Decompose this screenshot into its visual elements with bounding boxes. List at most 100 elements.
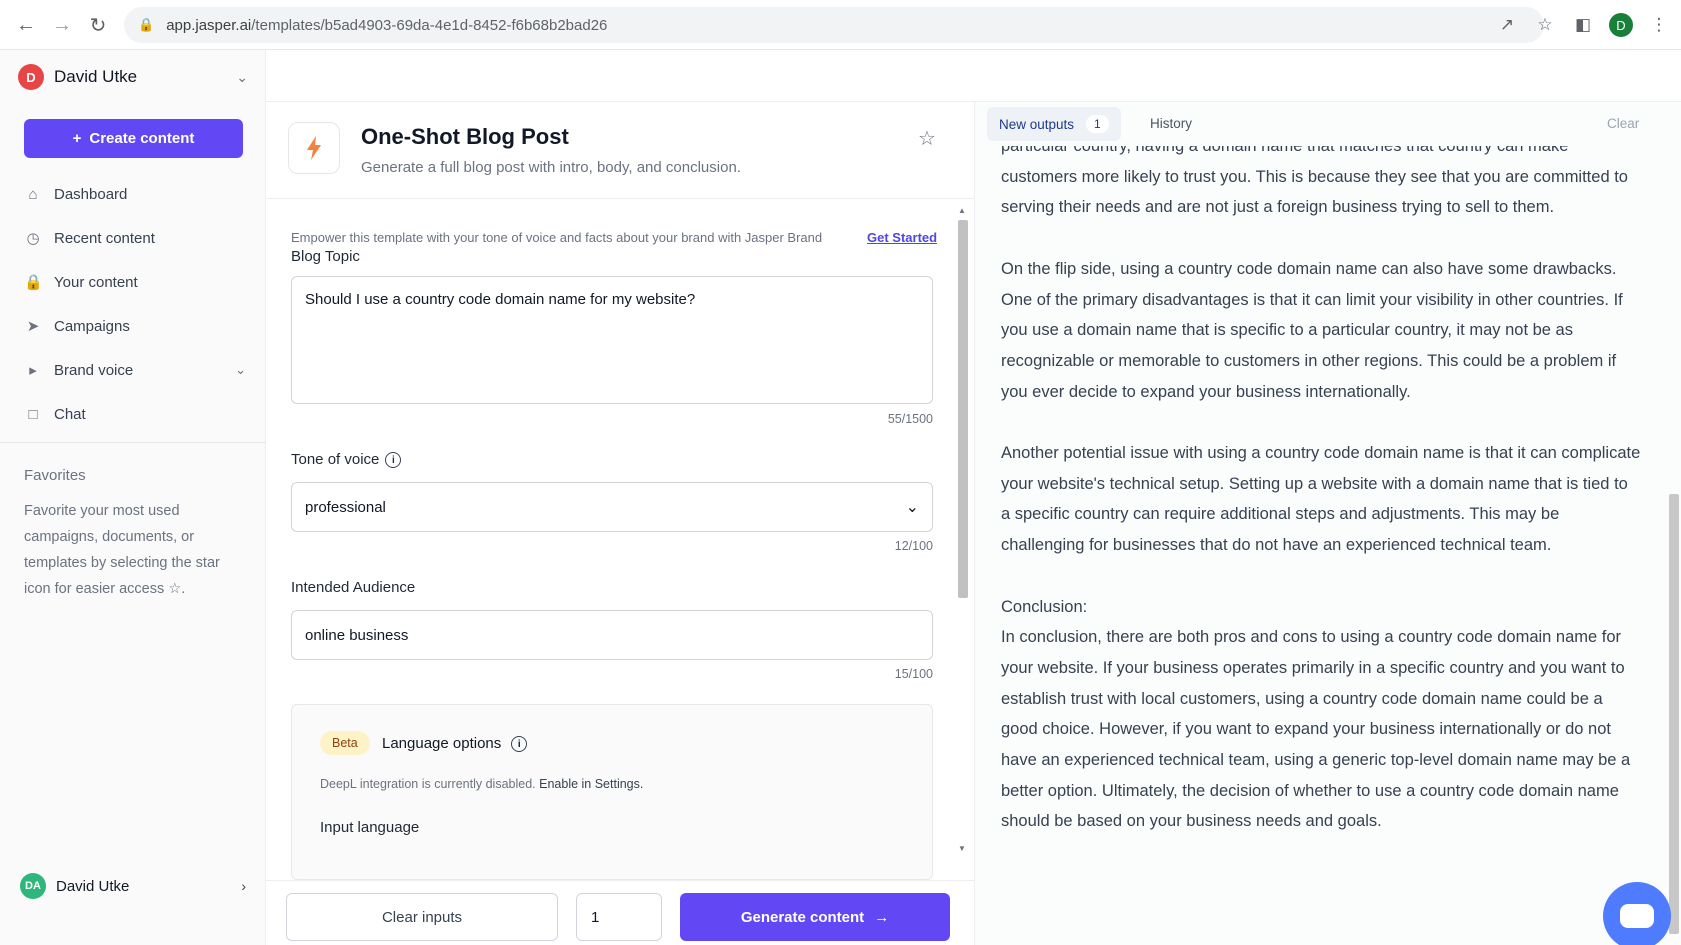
- lock-icon: 🔒: [138, 17, 155, 32]
- support-chat-button[interactable]: [1603, 882, 1671, 945]
- chat-bubble-icon: [1620, 904, 1654, 928]
- url-text: app.jasper.ai/templates/b5ad4903-69da-4e…: [166, 16, 608, 34]
- address-bar[interactable]: 🔒 app.jasper.ai/templates/b5ad4903-69da-…: [124, 7, 1544, 43]
- blog-topic-counter: 55/1500: [887, 412, 933, 426]
- sidebar-item-dashboard[interactable]: ⌂ Dashboard: [24, 172, 246, 216]
- template-panel: One-Shot Blog Post Generate a full blog …: [266, 102, 974, 945]
- scroll-up-icon[interactable]: ▲: [958, 206, 966, 215]
- output-panel: New outputs 1 History Clear particular c…: [974, 102, 1681, 945]
- generate-content-label: Generate content: [740, 908, 865, 926]
- user-name: David Utke: [54, 67, 138, 86]
- blog-topic-input[interactable]: Should I use a country code domain name …: [291, 276, 933, 404]
- info-icon[interactable]: i: [385, 452, 402, 469]
- back-arrow-icon[interactable]: ←: [8, 7, 44, 43]
- home-icon: ⌂: [28, 185, 38, 203]
- intended-audience-input[interactable]: online business: [291, 610, 933, 660]
- create-content-label: Create content: [89, 130, 195, 147]
- clear-outputs-button[interactable]: Clear: [1607, 116, 1639, 131]
- beta-badge: Beta: [320, 731, 370, 755]
- deepl-note-text: DeepL integration is currently disabled.: [320, 777, 536, 791]
- favorite-star-icon[interactable]: ☆: [918, 126, 936, 151]
- page-title: One-Shot Blog Post: [361, 124, 569, 149]
- conclusion-heading: Conclusion:: [1001, 597, 1088, 616]
- profile-button[interactable]: D: [1609, 7, 1633, 43]
- output-paragraph: On the flip side, using a country code d…: [1001, 259, 1623, 401]
- get-started-link[interactable]: Get Started: [867, 230, 937, 245]
- megaphone-icon: ▸: [29, 362, 37, 379]
- info-icon[interactable]: i: [511, 736, 528, 753]
- plus-icon: +: [72, 130, 82, 147]
- bookmark-star-icon[interactable]: ☆: [1533, 7, 1557, 43]
- output-content: particular country, having a domain name…: [975, 146, 1665, 945]
- generate-content-button[interactable]: Generate content →: [680, 893, 950, 941]
- tab-new-outputs-label: New outputs: [999, 116, 1075, 132]
- form-scrollbar[interactable]: [958, 220, 968, 598]
- avatar: D: [18, 64, 44, 90]
- deepl-note: DeepL integration is currently disabled.…: [320, 777, 643, 791]
- page-subtitle: Generate a full blog post with intro, bo…: [361, 159, 741, 176]
- browser-toolbar: ← → ↻ 🔒 app.jasper.ai/templates/b5ad4903…: [0, 0, 1681, 50]
- tab-count-badge: 1: [1086, 115, 1109, 133]
- output-scrollbar[interactable]: [1669, 494, 1679, 934]
- sidebar-item-label: Recent content: [54, 229, 155, 247]
- form-footer: Clear inputs 1 Generate content →: [266, 880, 974, 945]
- arrow-right-icon: →: [874, 908, 890, 926]
- scroll-down-icon[interactable]: ▼: [958, 844, 966, 853]
- clear-inputs-button[interactable]: Clear inputs: [286, 893, 558, 941]
- chevron-right-icon: ›: [241, 878, 246, 894]
- input-language-label: Input language: [320, 819, 420, 836]
- menu-kebab-icon[interactable]: ⋮: [1647, 7, 1671, 43]
- output-paragraph: Another potential issue with using a cou…: [1001, 444, 1641, 555]
- sidebar-item-label: Your content: [54, 273, 138, 291]
- tab-history[interactable]: History: [1150, 116, 1192, 131]
- sidebar-item-label: Campaigns: [54, 317, 130, 335]
- clock-icon: ◷: [26, 230, 40, 247]
- output-paragraph: particular country, having a domain name…: [1001, 146, 1628, 217]
- language-options-title-text: Language options: [382, 735, 502, 752]
- language-options-card: Beta Language options i DeepL integration…: [291, 704, 933, 880]
- bottom-user-name: David Utke: [56, 877, 130, 895]
- favorites-title: Favorites: [24, 467, 86, 484]
- template-header: One-Shot Blog Post Generate a full blog …: [266, 102, 974, 199]
- share-icon[interactable]: ↗: [1495, 7, 1519, 43]
- tone-of-voice-label: Tone of voice i: [291, 451, 402, 469]
- sidebar-item-campaigns[interactable]: ➤ Campaigns: [24, 304, 246, 348]
- sidebar-item-label: Chat: [54, 405, 86, 423]
- sidebar-item-recent-content[interactable]: ◷ Recent content: [24, 216, 246, 260]
- sidebar-item-brand-voice[interactable]: ▸ Brand voice ⌄: [24, 348, 246, 392]
- star-outline-icon: ☆: [168, 581, 182, 597]
- sidebar-item-label: Dashboard: [54, 185, 128, 203]
- account-menu[interactable]: DA David Utke ›: [20, 872, 246, 900]
- chat-icon: □: [28, 405, 38, 423]
- tone-of-voice-select[interactable]: professional ⌄: [291, 482, 933, 532]
- sidebar-item-label: Brand voice: [54, 361, 134, 379]
- sidepanel-icon[interactable]: ◧: [1571, 7, 1595, 43]
- tone-of-voice-value: professional: [305, 498, 386, 516]
- favorites-description: Favorite your most used campaigns, docum…: [24, 503, 220, 597]
- chevron-down-icon: ⌄: [905, 499, 919, 516]
- enable-in-settings-link[interactable]: Enable in Settings.: [539, 777, 643, 791]
- sidebar-nav: ⌂ Dashboard ◷ Recent content 🔒 Your cont…: [24, 172, 246, 436]
- sidebar-item-chat[interactable]: □ Chat: [24, 392, 246, 436]
- reload-icon[interactable]: ↻: [80, 7, 116, 43]
- language-options-title: Language options i: [382, 735, 528, 753]
- generated-text[interactable]: particular country, having a domain name…: [1001, 146, 1641, 868]
- rocket-icon: ➤: [26, 318, 40, 335]
- forward-arrow-icon[interactable]: →: [44, 7, 80, 43]
- favorites-description-text: Favorite your most used campaigns, docum…: [24, 503, 220, 597]
- lock-icon: 🔒: [24, 274, 43, 291]
- profile-avatar: D: [1609, 13, 1633, 37]
- output-count-input[interactable]: 1: [576, 893, 662, 941]
- intended-audience-label: Intended Audience: [291, 579, 416, 596]
- tone-of-voice-label-text: Tone of voice: [291, 451, 380, 468]
- workspace-user-switcher[interactable]: D David Utke ⌄: [18, 62, 248, 92]
- lightning-icon: [288, 122, 340, 174]
- chevron-down-icon: ⌄: [235, 362, 246, 377]
- sidebar-divider: [0, 442, 266, 443]
- audience-counter: 15/100: [894, 667, 933, 681]
- avatar: DA: [20, 873, 46, 899]
- sidebar-item-your-content[interactable]: 🔒 Your content: [24, 260, 246, 304]
- tab-new-outputs[interactable]: New outputs 1: [987, 107, 1121, 141]
- create-content-button[interactable]: + Create content: [24, 119, 243, 158]
- app-header: [266, 50, 1681, 102]
